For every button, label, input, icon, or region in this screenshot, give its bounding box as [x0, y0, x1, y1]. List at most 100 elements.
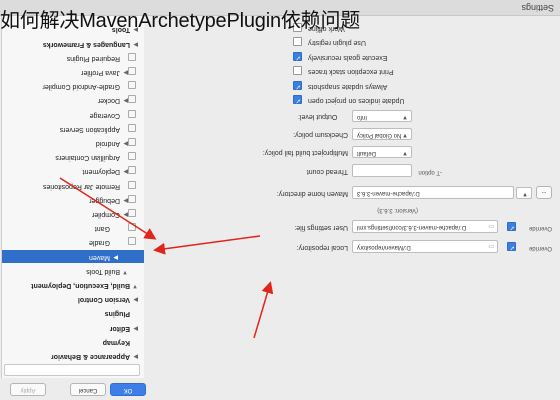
thread-count-label: Thread count — [306, 168, 348, 175]
settings-sidebar: ▶ Appearance & Behavior Keymap ▶ Editor Plugi… — [1, 16, 144, 378]
settings-window: Settings OK Cancel Apply ▶ Appearance & B… — [0, 0, 560, 400]
project-settings-icon — [128, 223, 136, 232]
sidebar-item[interactable]: Gradle-Android Compiler — [2, 79, 144, 92]
sidebar-item[interactable]: ▼ Build, Execution, Deployment — [2, 278, 144, 291]
sidebar-item[interactable]: ▶ Maven — [2, 249, 144, 263]
checkbox-label: Execute goals recursively — [308, 54, 388, 61]
user-settings-input[interactable]: D:/apache-maven-3.6.3/conf/settings.xml … — [352, 220, 498, 233]
chevron-right-icon[interactable]: ▶ — [133, 296, 138, 303]
checkbox[interactable] — [293, 66, 302, 76]
sidebar-item[interactable]: ▶ Java Profiler — [2, 65, 144, 78]
multiproject-policy-select[interactable]: ▼ Default — [352, 146, 412, 158]
multiproject-policy-label: Multiproject build fail policy: — [262, 149, 348, 156]
chevron-down-icon: ▼ — [522, 191, 528, 197]
user-settings-override-checkbox[interactable] — [507, 222, 516, 231]
chevron-down-icon[interactable]: ▼ — [122, 269, 128, 275]
sidebar-item-label: Arquillian Containers — [55, 154, 120, 162]
sidebar-item[interactable]: Keymap — [2, 335, 144, 348]
checkbox-row[interactable]: Print exception stack traces — [293, 66, 404, 78]
project-settings-icon — [128, 180, 136, 189]
sidebar-item[interactable]: ▶ Deployment — [2, 164, 144, 177]
sidebar-item[interactable]: Plugins — [2, 306, 144, 319]
project-settings-icon — [128, 194, 136, 203]
sidebar-item[interactable]: ▶ Version Control — [2, 292, 144, 305]
checkbox-row[interactable]: Execute goals recursively — [293, 51, 404, 63]
checksum-policy-label: Checksum policy: — [293, 131, 348, 138]
cancel-button[interactable]: Cancel — [70, 383, 106, 396]
project-settings-icon — [128, 52, 136, 61]
window-title: Settings — [521, 3, 554, 13]
sidebar-item-label: Gradle — [88, 239, 110, 247]
sidebar-search-input[interactable] — [4, 364, 140, 376]
sidebar-item-label: Debugger — [89, 196, 120, 204]
checksum-policy-select[interactable]: ▼ No Global Policy — [352, 128, 412, 140]
sidebar-item-label: Coverage — [89, 111, 120, 119]
ok-button[interactable]: OK — [110, 383, 146, 396]
checkbox-row[interactable]: Use plugin registry — [293, 37, 404, 49]
sidebar-item-label: Build, Execution, Deployment — [31, 282, 130, 289]
chevron-down-icon: ▼ — [402, 114, 408, 120]
sidebar-item[interactable]: Gant — [2, 221, 144, 234]
sidebar-item[interactable]: ▶ Appearance & Behavior — [2, 349, 144, 362]
sidebar-item[interactable]: Required Plugins — [2, 51, 144, 64]
sidebar-item-label: Version Control — [77, 296, 130, 304]
project-settings-icon — [128, 237, 136, 246]
sidebar-item-label: Compiler — [91, 211, 120, 218]
checkbox-label: Update indices on project open — [308, 97, 405, 105]
sidebar-item-label: Android — [95, 140, 120, 147]
maven-home-input[interactable]: D:/apache-maven-3.6.3 — [352, 186, 514, 199]
chevron-right-icon[interactable]: ▶ — [133, 353, 138, 360]
project-settings-icon — [128, 67, 136, 75]
sidebar-item-label: Docker — [97, 97, 120, 105]
project-settings-icon — [128, 152, 136, 161]
sidebar-item[interactable]: Remote Jar Repositories — [2, 179, 144, 192]
project-settings-icon — [128, 81, 136, 90]
checkbox[interactable] — [293, 52, 302, 61]
browse-button[interactable]: ... — [536, 186, 552, 199]
sidebar-item-label: Java Profiler — [81, 69, 120, 76]
output-level-label: Output level: — [298, 113, 338, 120]
sidebar-item[interactable]: ▶ Docker — [2, 93, 144, 106]
sidebar-item-label: Gant — [94, 225, 110, 233]
checkbox-row[interactable]: Update indices on project open — [293, 95, 405, 107]
thread-count-input[interactable] — [352, 164, 412, 177]
chevron-right-icon[interactable]: ▶ — [133, 41, 138, 48]
sidebar-item[interactable]: Arquillian Containers — [2, 150, 144, 163]
local-repo-input[interactable]: D:/Maven/repository ▭ — [352, 240, 498, 253]
sidebar-item[interactable]: ▼ Build Tools — [2, 264, 144, 277]
sidebar-item[interactable]: Application Servers — [2, 122, 144, 135]
project-settings-icon — [128, 95, 136, 104]
chevron-down-icon[interactable]: ▼ — [132, 283, 138, 289]
output-level-select[interactable]: ▼ Info — [352, 110, 412, 122]
project-settings-icon — [128, 109, 136, 118]
maven-home-dropdown[interactable]: ▼ — [516, 187, 532, 199]
local-repo-override-checkbox[interactable] — [507, 242, 516, 251]
checkbox[interactable] — [293, 95, 302, 105]
checkbox[interactable] — [293, 81, 302, 90]
article-title-overlay: 如何解决MavenArchetypePlugin依赖问题 — [0, 10, 361, 32]
chevron-right-icon[interactable]: ▶ — [113, 254, 118, 261]
apply-button[interactable]: Apply — [10, 383, 46, 396]
sidebar-item-label: Gradle-Android Compiler — [42, 83, 120, 91]
sidebar-item[interactable]: ▶ Debugger — [2, 193, 144, 206]
checkbox[interactable] — [293, 37, 302, 47]
sidebar-item[interactable]: Coverage — [2, 108, 144, 121]
checkbox-row[interactable]: Always update snapshots — [293, 80, 404, 92]
checkbox-label: Always update snapshots — [308, 83, 388, 90]
project-settings-icon — [128, 138, 136, 146]
chevron-right-icon[interactable]: ▶ — [133, 325, 138, 332]
sidebar-item-label: Required Plugins — [66, 54, 120, 62]
project-settings-icon — [128, 166, 136, 175]
maven-home-label: Maven home directory: — [276, 190, 348, 197]
sidebar-item[interactable]: ▶ Editor — [2, 321, 144, 334]
folder-icon[interactable]: ▭ — [488, 243, 494, 250]
sidebar-item[interactable]: ▶ Languages & Frameworks — [2, 37, 144, 50]
thread-count-hint: -T option — [418, 169, 442, 175]
sidebar-item[interactable]: ▶ Compiler — [2, 207, 144, 220]
local-repo-override-label: Override — [528, 245, 552, 251]
sidebar-item[interactable]: ▶ Android — [2, 136, 144, 149]
sidebar-item[interactable]: Gradle — [2, 235, 144, 248]
checkbox-label: Print exception stack traces — [308, 68, 394, 76]
chevron-down-icon: ▼ — [402, 150, 408, 156]
folder-icon[interactable]: ▭ — [488, 223, 494, 230]
